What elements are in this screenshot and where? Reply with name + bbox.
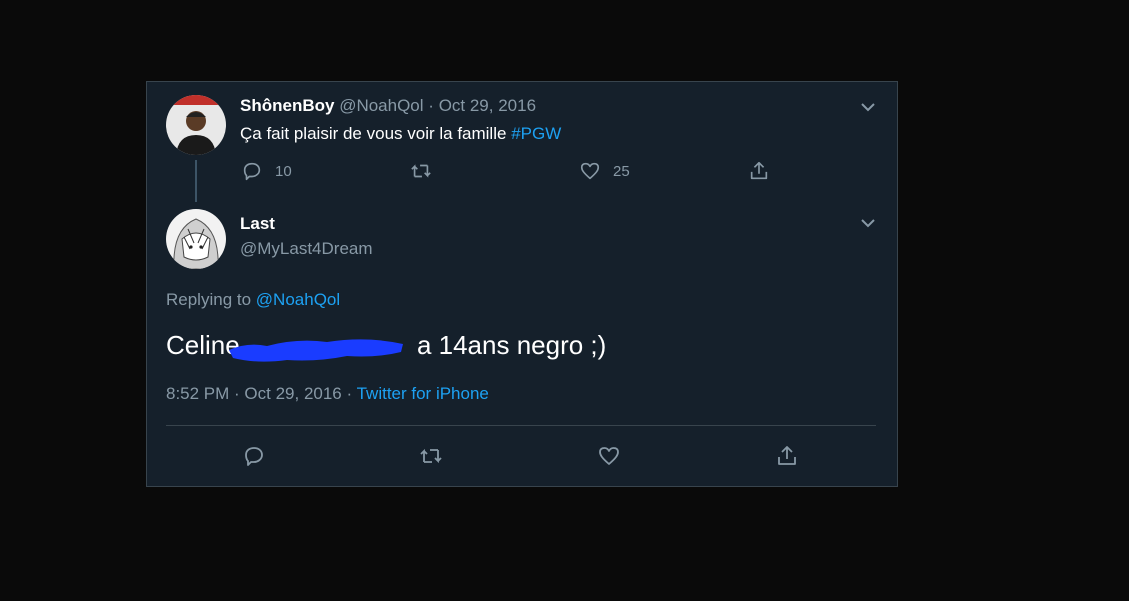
reply-icon[interactable] <box>242 444 266 468</box>
tweet1-handle[interactable]: @NoahQol <box>339 96 423 115</box>
tweet1-reply-count: 10 <box>275 162 292 180</box>
tweet2-reply-action[interactable] <box>242 444 266 468</box>
tweet1-retweet-action[interactable] <box>409 160 433 182</box>
tweet2-share-action[interactable] <box>775 444 799 468</box>
chevron-down-icon[interactable] <box>858 213 878 233</box>
avatar-shonenboy[interactable] <box>166 95 226 155</box>
like-icon[interactable] <box>597 444 621 468</box>
share-icon[interactable] <box>775 444 799 468</box>
tweet1-date[interactable]: Oct 29, 2016 <box>439 96 536 115</box>
tweet2-source[interactable]: Twitter for iPhone <box>357 384 489 403</box>
tweet2-like-action[interactable] <box>597 444 621 468</box>
tweet2-meta: 8:52 PM · Oct 29, 2016 · Twitter for iPh… <box>166 384 489 404</box>
divider <box>166 425 876 426</box>
replying-to-handle[interactable]: @NoahQol <box>256 290 340 309</box>
tweet2-display-name-wrap: Last <box>240 214 275 234</box>
tweet1-text: Ça fait plaisir de vous voir la famille … <box>240 124 561 144</box>
tweet1-hashtag[interactable]: #PGW <box>511 124 561 143</box>
replying-to: Replying to @NoahQol <box>166 290 340 310</box>
tweet1-header: ShônenBoy @NoahQol · Oct 29, 2016 <box>240 96 536 116</box>
tweet2-retweet-action[interactable] <box>417 444 445 468</box>
share-icon[interactable] <box>748 160 770 182</box>
tweet1-separator: · <box>428 96 434 115</box>
tweet-card: ShônenBoy @NoahQol · Oct 29, 2016 Ça fai… <box>146 81 898 487</box>
redaction-scribble <box>227 334 405 366</box>
retweet-icon[interactable] <box>409 160 433 182</box>
chevron-down-icon[interactable] <box>858 97 878 117</box>
tweet1-reply-action[interactable]: 10 <box>241 160 292 182</box>
tweet2-text-end: a 14ans negro ;) <box>409 330 607 360</box>
like-icon[interactable] <box>579 160 601 182</box>
tweet1-like-action[interactable]: 25 <box>579 160 630 182</box>
avatar-last[interactable] <box>166 209 226 269</box>
meta-separator: · <box>346 384 353 403</box>
tweet2-handle[interactable]: @MyLast4Dream <box>240 239 373 259</box>
tweet2-display-name[interactable]: Last <box>240 214 275 233</box>
tweet1-body: Ça fait plaisir de vous voir la famille <box>240 124 507 143</box>
tweet1-like-count: 25 <box>613 162 630 180</box>
tweet1-display-name[interactable]: ShônenBoy <box>240 96 334 115</box>
retweet-icon[interactable] <box>417 444 445 468</box>
reply-icon[interactable] <box>241 160 263 182</box>
tweet1-share-action[interactable] <box>748 160 770 182</box>
thread-connector <box>195 160 197 202</box>
replying-prefix: Replying to <box>166 290 252 309</box>
tweet2-timestamp[interactable]: 8:52 PM · Oct 29, 2016 <box>166 384 342 403</box>
